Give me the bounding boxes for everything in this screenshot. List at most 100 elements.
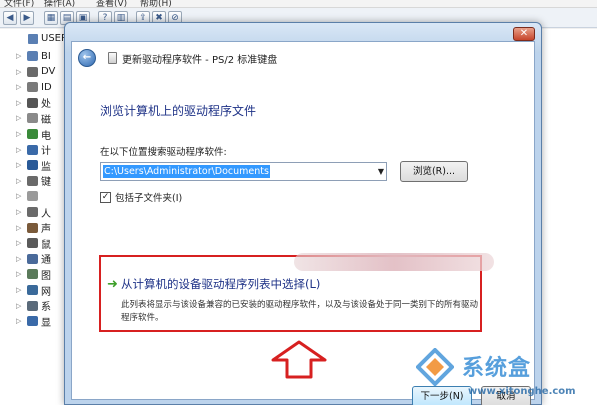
tree-item[interactable]: ▷ 鼠 — [16, 236, 51, 251]
expand-arrow-icon[interactable]: ▷ — [16, 270, 24, 278]
device-category-icon — [27, 175, 38, 186]
device-category-icon — [27, 207, 38, 217]
tree-item[interactable]: ▷ DV — [16, 65, 55, 79]
expand-arrow-icon[interactable]: ▷ — [16, 130, 24, 138]
device-tree: USER ▷ BI ▷ DV ▷ ID ▷ 处 ▷ 磁 ▷ 电 ▷ 计 ▷ 监 ▷ 键 ▷ ▷ 人 ▷ 声 ▷ 鼠 ▷ 通 ▷ 图 ▷ 网 ▷… — [0, 29, 70, 405]
tree-item[interactable]: ▷ 人 — [16, 205, 51, 220]
device-category-icon — [27, 222, 38, 233]
tree-item[interactable]: ▷ 系 — [16, 299, 51, 313]
expand-arrow-icon[interactable]: ▷ — [16, 192, 24, 200]
tree-item-label: 键 — [41, 177, 51, 189]
tree-item[interactable]: ▷ 通 — [16, 252, 51, 266]
tree-item[interactable]: ▷ 键 — [16, 174, 51, 188]
properties-icon[interactable]: ▦ — [44, 11, 58, 25]
tree-item[interactable]: ▷ ID — [16, 80, 52, 94]
device-category-icon — [27, 97, 38, 108]
tree-item[interactable]: ▷ 处 — [16, 96, 51, 110]
device-category-icon — [27, 300, 38, 311]
tree-item[interactable]: ▷ 计 — [16, 143, 51, 157]
pick-from-list-description: 此列表将显示与该设备兼容的已安装的驱动程序软件，以及与该设备处于同一类别下的所有… — [121, 300, 479, 323]
menu-view[interactable]: 查看(V) — [96, 0, 127, 7]
expand-arrow-icon[interactable]: ▷ — [16, 177, 24, 185]
tree-root[interactable]: USER — [28, 33, 68, 44]
expand-arrow-icon[interactable]: ▷ — [16, 161, 24, 169]
back-arrow-icon[interactable]: ← — [78, 49, 96, 67]
tree-item-label: 处 — [41, 99, 51, 111]
path-combobox[interactable]: C:\Users\Administrator\Documents ▼ — [100, 162, 387, 181]
tree-item[interactable]: ▷ 电 — [16, 127, 51, 142]
expand-arrow-icon[interactable]: ▷ — [16, 83, 24, 91]
tree-item-label: 网 — [41, 286, 51, 298]
green-arrow-icon: ➜ — [107, 277, 118, 292]
tree-item[interactable]: ▷ 声 — [16, 221, 51, 235]
up-arrow-icon — [271, 340, 327, 379]
close-button[interactable]: ✕ — [513, 27, 535, 41]
watermark-url: www.xitonghe.com — [468, 386, 576, 397]
expand-arrow-icon[interactable]: ▷ — [16, 255, 24, 263]
menu-help[interactable]: 帮助(H) — [140, 0, 172, 7]
device-category-icon — [27, 269, 38, 280]
wizard-nav: ← 更新驱动程序软件 - PS/2 标准键盘 — [78, 48, 277, 68]
dropdown-arrow-icon[interactable]: ▼ — [378, 167, 384, 176]
expand-arrow-icon[interactable]: ▷ — [16, 208, 24, 216]
tree-item-label: 图 — [41, 270, 51, 282]
expand-arrow-icon[interactable]: ▷ — [16, 224, 24, 232]
expand-arrow-icon[interactable]: ▷ — [16, 302, 24, 310]
expand-arrow-icon[interactable]: ▷ — [16, 99, 24, 107]
menu-action[interactable]: 操作(A) — [44, 0, 75, 7]
tree-item-label: 通 — [41, 255, 51, 267]
device-category-icon — [27, 316, 38, 327]
device-category-icon — [27, 191, 38, 202]
tree-item-label: 监 — [41, 161, 51, 173]
tree-item[interactable]: ▷ 显 — [16, 314, 51, 329]
expand-arrow-icon[interactable]: ▷ — [16, 52, 24, 60]
tree-item-label: 系 — [41, 302, 51, 314]
search-location-label: 在以下位置搜索驱动程序软件: — [100, 147, 227, 158]
tree-item-label: BI — [41, 50, 51, 62]
device-category-icon — [27, 160, 38, 171]
watermark-brand: 系统盒 — [462, 356, 532, 381]
forward-icon[interactable]: ▶ — [20, 11, 34, 25]
device-icon — [108, 52, 117, 64]
back-icon[interactable]: ◀ — [3, 11, 17, 25]
watermark: 系统盒 www.xitonghe.com — [412, 346, 597, 405]
device-category-icon — [27, 113, 38, 124]
tree-item-label: DV — [41, 66, 56, 78]
path-input-value[interactable]: C:\Users\Administrator\Documents — [103, 165, 270, 178]
tree-item-label: 显 — [41, 317, 51, 329]
blurred-overlay — [294, 253, 494, 271]
tree-item[interactable]: ▷ — [16, 189, 41, 203]
pick-from-list-title[interactable]: 从计算机的设备驱动程序列表中选择(L) — [121, 276, 320, 292]
menu-file[interactable]: 文件(F) — [4, 0, 34, 7]
tree-item[interactable]: ▷ 图 — [16, 267, 51, 282]
tree-item-label: ID — [41, 81, 52, 93]
tree-item-label: 人 — [41, 208, 51, 220]
tree-item[interactable]: ▷ 磁 — [16, 111, 51, 126]
expand-arrow-icon[interactable]: ▷ — [16, 317, 24, 325]
tree-item-label: 电 — [41, 130, 51, 142]
menubar: 文件(F) 操作(A) 查看(V) 帮助(H) — [0, 0, 597, 8]
expand-arrow-icon[interactable]: ▷ — [16, 114, 24, 122]
expand-arrow-icon[interactable]: ▷ — [16, 68, 24, 76]
tree-item[interactable]: ▷ 监 — [16, 158, 51, 173]
expand-arrow-icon[interactable]: ▷ — [16, 239, 24, 247]
wizard-title: 更新驱动程序软件 - PS/2 标准键盘 — [122, 54, 278, 66]
expand-arrow-icon[interactable]: ▷ — [16, 146, 24, 154]
tree-item[interactable]: ▷ BI — [16, 49, 51, 63]
watermark-logo-icon — [416, 348, 454, 386]
include-subfolders-row[interactable]: ✓ 包括子文件夹(I) — [100, 190, 182, 204]
device-category-icon — [27, 144, 38, 155]
include-subfolders-checkbox[interactable]: ✓ — [100, 191, 111, 203]
expand-arrow-icon[interactable]: ▷ — [16, 286, 24, 294]
computer-icon — [28, 33, 38, 44]
device-category-icon — [27, 253, 38, 264]
tree-item-label: 声 — [41, 224, 51, 236]
tree-item[interactable]: ▷ 网 — [16, 283, 51, 298]
device-category-icon — [27, 238, 38, 249]
tree-item-label: 磁 — [41, 114, 51, 126]
page-heading: 浏览计算机上的驱动程序文件 — [100, 104, 257, 118]
device-category-icon — [27, 82, 38, 93]
tree-item-label: 鼠 — [41, 239, 51, 251]
browse-button[interactable]: 浏览(R)... — [400, 161, 468, 182]
device-category-icon — [27, 51, 38, 61]
